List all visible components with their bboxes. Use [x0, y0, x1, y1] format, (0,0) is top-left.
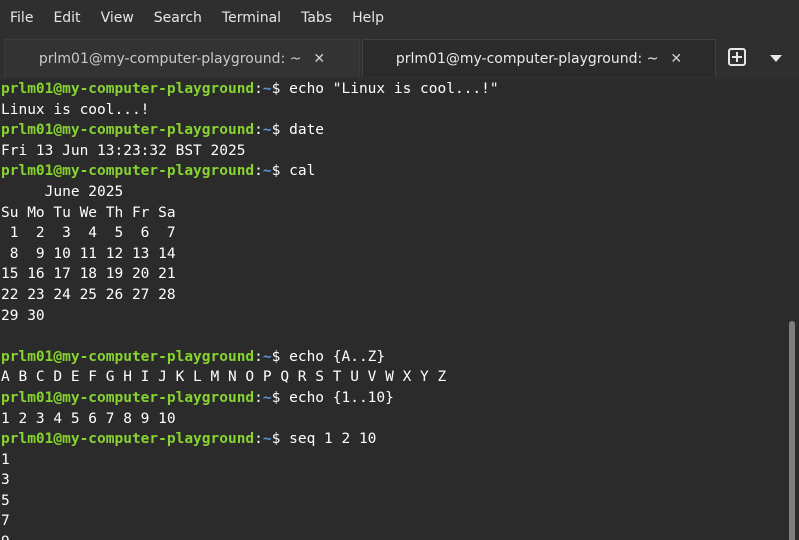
output-line: 1 2 3 4 5 6 7	[1, 225, 176, 242]
prompt-dollar: $	[271, 163, 290, 180]
output-line: 8 9 10 11 12 13 14	[1, 245, 176, 262]
prompt-user-host: prlm01@my-computer-playground	[1, 389, 255, 406]
scrollbar[interactable]	[786, 79, 799, 540]
prompt-user-host: prlm01@my-computer-playground	[1, 348, 255, 365]
prompt-colon: :	[254, 81, 263, 97]
prompt-line: prlm01@my-computer-playground:~$ seq 1 2…	[0, 429, 786, 450]
prompt-colon: :	[254, 389, 263, 406]
prompt-path: ~	[262, 431, 272, 448]
command-text: echo {1..10}	[289, 389, 394, 406]
output-line: 1	[1, 451, 10, 468]
command-text: echo {A..Z}	[289, 348, 386, 365]
tab-label: prlm01@my-computer-playground: ~	[38, 50, 302, 67]
prompt-path: ~	[262, 348, 272, 365]
command-text: cal	[289, 163, 316, 180]
prompt-line: prlm01@my-computer-playground:~$ date	[0, 120, 786, 141]
menu-search[interactable]: Search	[144, 0, 212, 37]
prompt-colon: :	[254, 431, 263, 448]
menu-help[interactable]: Help	[342, 0, 394, 37]
prompt-colon: :	[254, 348, 263, 365]
prompt-dollar: $	[271, 122, 290, 139]
prompt-line: prlm01@my-computer-playground:~$ cal	[0, 161, 786, 182]
output-line: June 2025	[1, 183, 124, 200]
command-text: date	[289, 122, 325, 139]
tab-bar: prlm01@my-computer-playground: ~ ✕ prlm0…	[0, 37, 799, 79]
output-line: Linux is cool...!	[1, 101, 150, 118]
prompt-dollar: $	[271, 431, 290, 448]
prompt-user-host: prlm01@my-computer-playground	[1, 431, 255, 448]
new-tab-plus-icon[interactable]	[728, 48, 746, 66]
menu-file[interactable]: File	[0, 0, 43, 37]
prompt-dollar: $	[271, 348, 290, 365]
output-line: 15 16 17 18 19 20 21	[1, 266, 176, 283]
prompt-dollar: $	[271, 389, 290, 406]
prompt-line: prlm01@my-computer-playground:~$ echo {1…	[0, 388, 786, 409]
terminal-window: File Edit View Search Terminal Tabs Help…	[0, 0, 799, 540]
prompt-path: ~	[262, 389, 272, 406]
prompt-colon: :	[254, 122, 263, 139]
output-line: 29 30	[1, 307, 45, 324]
output-line: A B C D E F G H I J K L M N O P Q R S T …	[1, 369, 447, 386]
prompt-path: ~	[262, 81, 272, 97]
output-line: Su Mo Tu We Th Fr Sa	[1, 204, 176, 221]
output-line: 9	[0, 532, 786, 540]
tab-terminal-2-active[interactable]: prlm01@my-computer-playground: ~ ✕	[362, 39, 716, 77]
output-line: 3	[1, 472, 10, 489]
scrollbar-thumb[interactable]	[789, 321, 795, 540]
output-line: 5	[1, 492, 10, 509]
prompt-user-host: prlm01@my-computer-playground	[1, 81, 255, 97]
output-line: Fri 13 Jun 13:23:32 BST 2025	[1, 142, 246, 159]
menu-edit[interactable]: Edit	[43, 0, 90, 37]
output-line: 7	[1, 513, 10, 530]
output-line: 22 23 24 25 26 27 28	[1, 286, 176, 303]
prompt-line: prlm01@my-computer-playground:~$ echo "L…	[0, 79, 786, 100]
prompt-path: ~	[262, 122, 272, 139]
menu-tabs[interactable]: Tabs	[291, 0, 342, 37]
prompt-colon: :	[254, 163, 263, 180]
prompt-path: ~	[262, 163, 272, 180]
close-icon[interactable]: ✕	[670, 51, 682, 67]
menu-bar: File Edit View Search Terminal Tabs Help	[0, 0, 799, 37]
menu-terminal[interactable]: Terminal	[212, 0, 291, 37]
prompt-user-host: prlm01@my-computer-playground	[1, 122, 255, 139]
terminal-output[interactable]: prlm01@my-computer-playground:~$ echo "L…	[0, 79, 786, 540]
menu-view[interactable]: View	[91, 0, 144, 37]
command-text: seq 1 2 10	[289, 431, 377, 448]
prompt-line: prlm01@my-computer-playground:~$ echo {A…	[0, 347, 786, 368]
prompt-user-host: prlm01@my-computer-playground	[1, 163, 255, 180]
tab-label: prlm01@my-computer-playground: ~	[395, 50, 659, 67]
chevron-down-icon[interactable]	[770, 55, 782, 62]
output-line: 1 2 3 4 5 6 7 8 9 10	[1, 410, 176, 427]
close-icon[interactable]: ✕	[313, 51, 325, 67]
prompt-dollar: $	[271, 81, 290, 97]
command-text: echo "Linux is cool...!"	[289, 81, 499, 97]
tab-terminal-1[interactable]: prlm01@my-computer-playground: ~ ✕	[4, 39, 360, 77]
